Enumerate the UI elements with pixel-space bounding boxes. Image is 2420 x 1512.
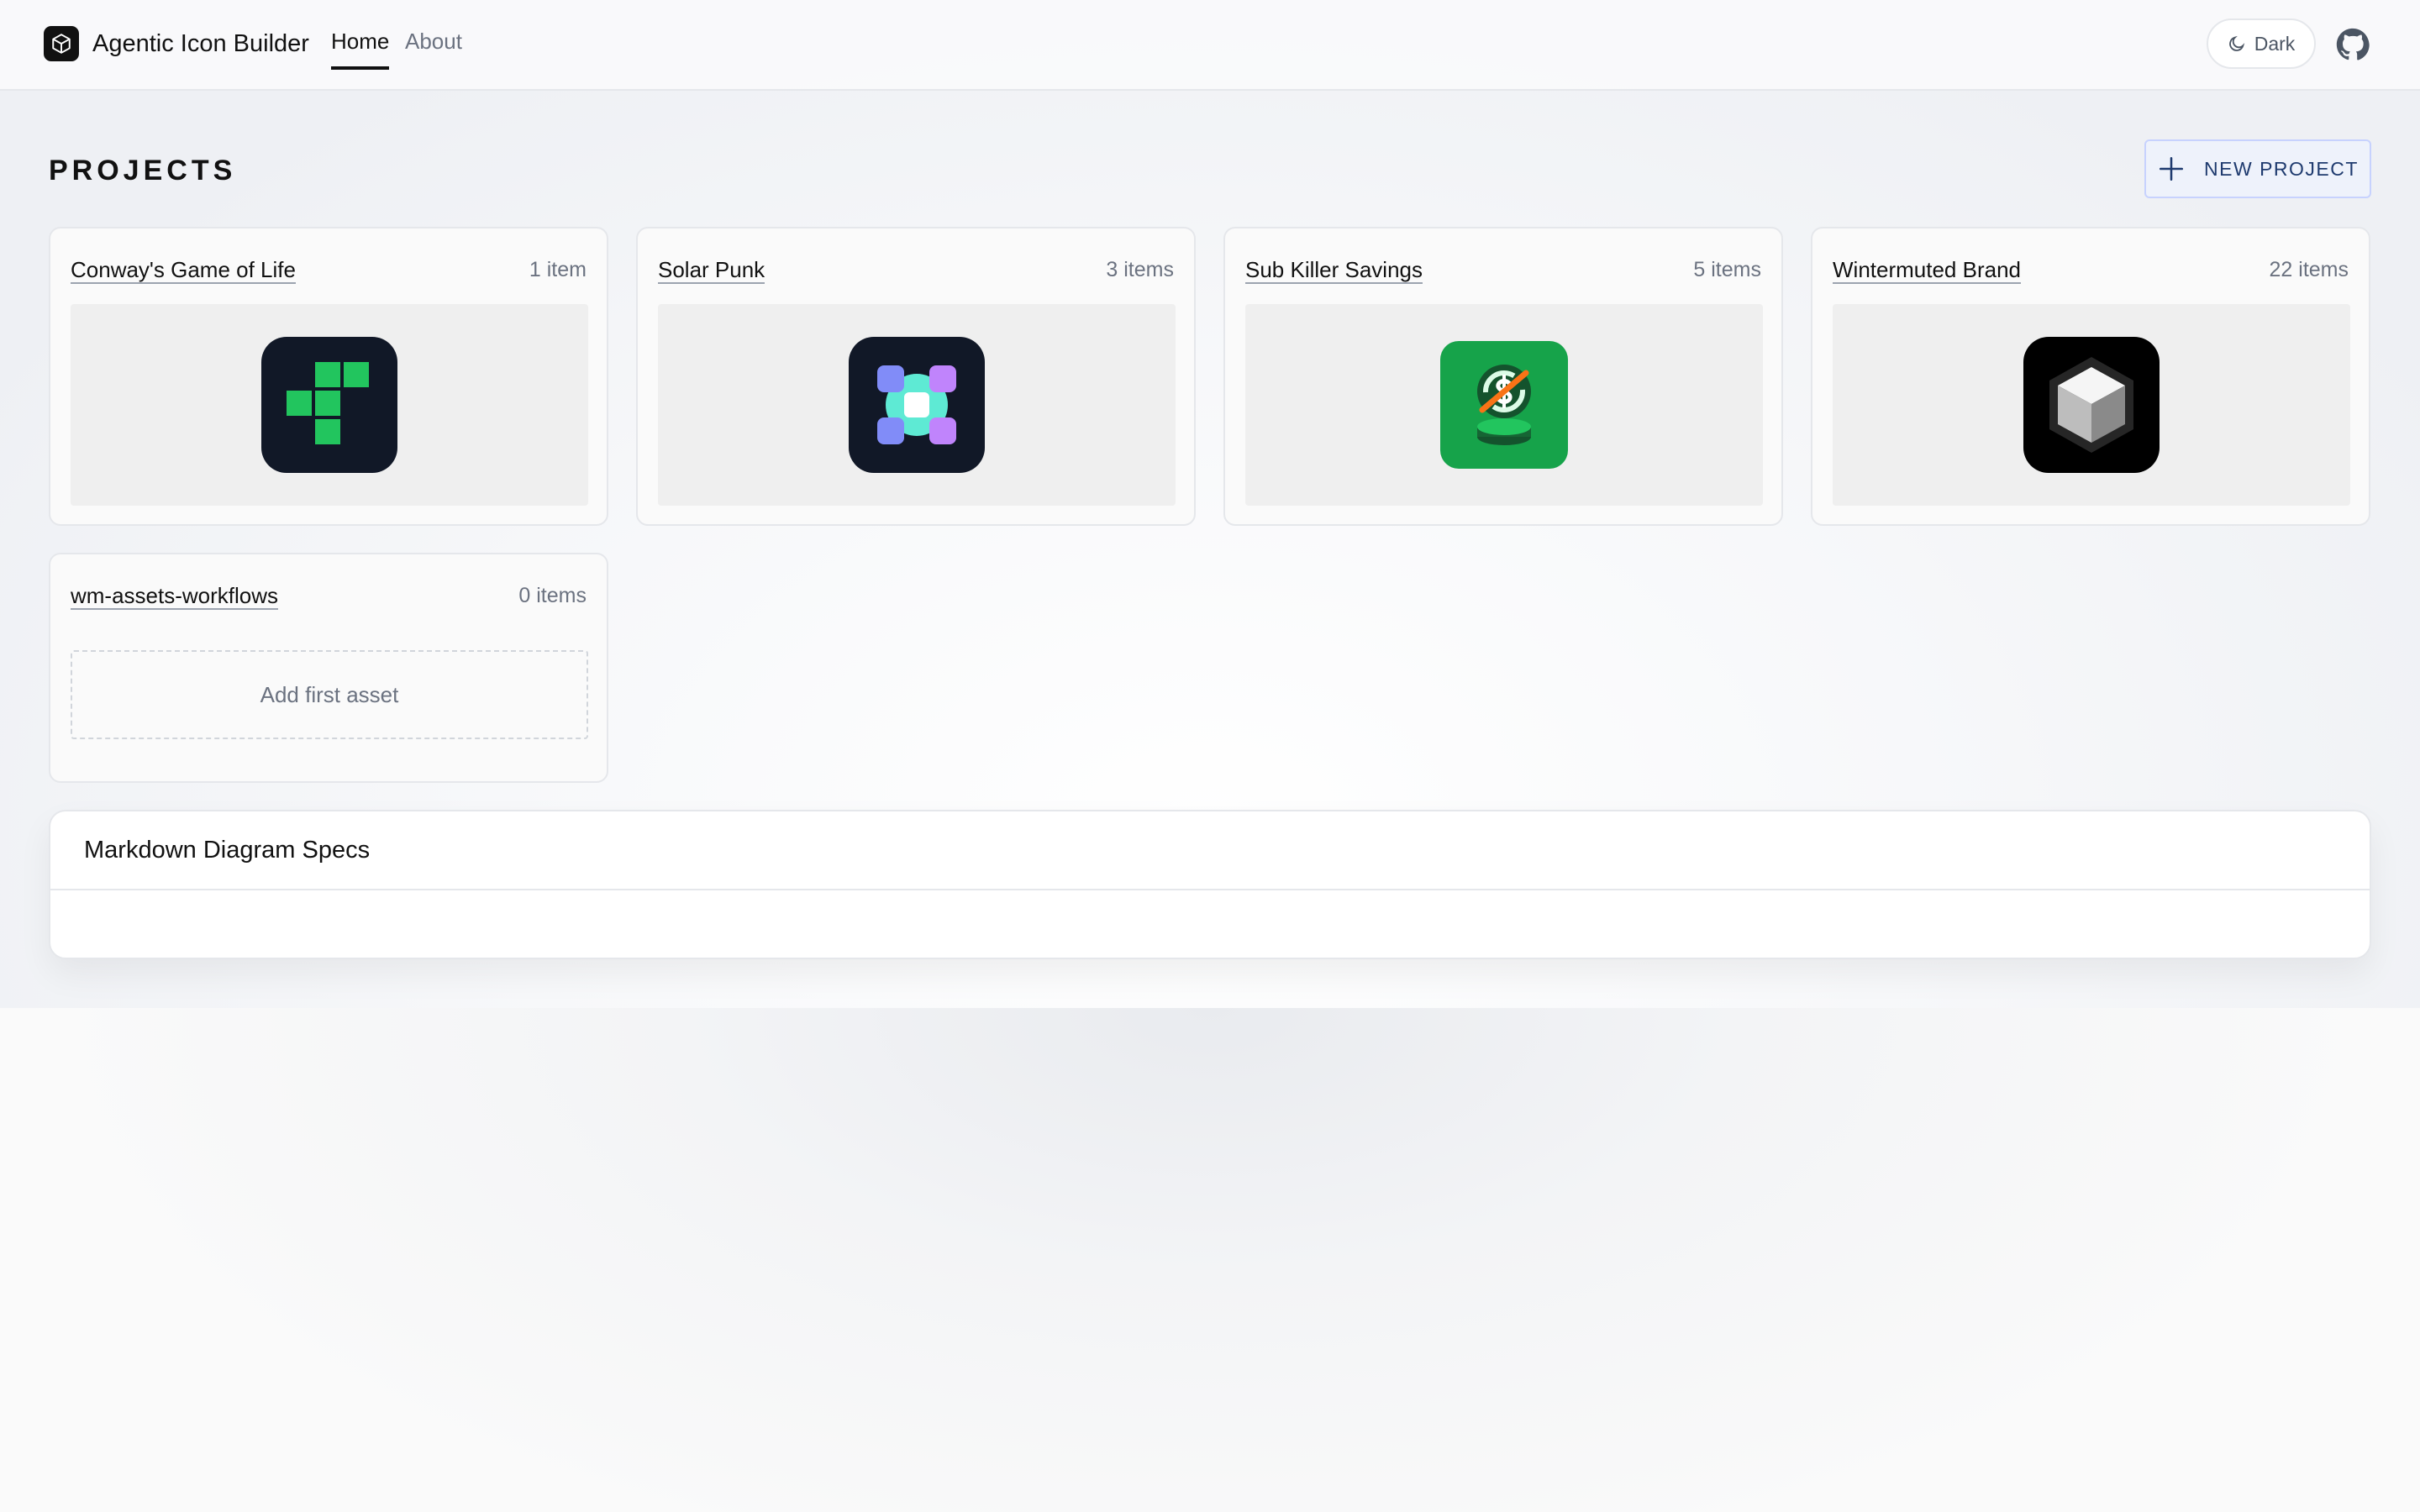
projects-heading: PROJECTS bbox=[49, 155, 237, 186]
project-thumbnail[interactable] bbox=[658, 304, 1176, 506]
project-item-count: 3 items bbox=[1106, 258, 1174, 281]
markdown-panel-title[interactable]: Markdown Diagram Specs bbox=[50, 811, 2370, 890]
app-logo-icon[interactable] bbox=[44, 26, 79, 61]
cube-icon bbox=[2023, 337, 2160, 473]
moon-icon bbox=[2228, 35, 2244, 51]
game-of-life-icon bbox=[261, 337, 397, 473]
project-item-count: 0 items bbox=[518, 584, 587, 607]
project-card-wm-assets-workflows[interactable]: wm-assets-workflows 0 items Add first as… bbox=[49, 553, 608, 783]
project-item-count: 22 items bbox=[2269, 258, 2349, 281]
project-card-sub-killer-savings[interactable]: Sub Killer Savings 5 items bbox=[1223, 227, 1783, 526]
project-item-count: 5 items bbox=[1693, 258, 1761, 281]
solar-punk-icon bbox=[849, 337, 985, 473]
savings-coin-icon bbox=[1440, 341, 1568, 469]
app-title[interactable]: Agentic Icon Builder bbox=[92, 30, 309, 58]
project-title[interactable]: Sub Killer Savings bbox=[1245, 257, 1423, 284]
project-title[interactable]: Wintermuted Brand bbox=[1833, 257, 2021, 284]
markdown-diagram-specs-panel: Markdown Diagram Specs bbox=[49, 810, 2371, 959]
plus-icon bbox=[2160, 156, 2184, 181]
project-title[interactable]: wm-assets-workflows bbox=[71, 583, 279, 610]
project-card-conways-game-of-life[interactable]: Conway's Game of Life 1 item bbox=[49, 227, 608, 526]
project-thumbnail[interactable] bbox=[71, 304, 588, 506]
top-nav-bar: Agentic Icon Builder Home About Dark bbox=[0, 0, 2420, 91]
nav-link-about[interactable]: About bbox=[405, 29, 462, 55]
new-project-button[interactable]: NEW PROJECT bbox=[2144, 139, 2371, 198]
nav-link-home[interactable]: Home bbox=[331, 29, 390, 70]
project-thumbnail[interactable] bbox=[1833, 304, 2350, 506]
project-item-count: 1 item bbox=[529, 258, 587, 281]
project-thumbnail[interactable] bbox=[1245, 304, 1763, 506]
theme-toggle-button[interactable]: Dark bbox=[2207, 18, 2316, 69]
project-title[interactable]: Conway's Game of Life bbox=[71, 257, 296, 284]
project-card-solar-punk[interactable]: Solar Punk 3 items bbox=[636, 227, 1196, 526]
add-first-asset-button[interactable]: Add first asset bbox=[71, 650, 588, 739]
github-icon[interactable] bbox=[2336, 28, 2370, 61]
new-project-label: NEW PROJECT bbox=[2204, 157, 2359, 180]
project-card-wintermuted-brand[interactable]: Wintermuted Brand 22 items bbox=[1811, 227, 2370, 526]
theme-toggle-label: Dark bbox=[2254, 32, 2296, 55]
project-title[interactable]: Solar Punk bbox=[658, 257, 765, 284]
page-background-lower bbox=[0, 1008, 2420, 1512]
